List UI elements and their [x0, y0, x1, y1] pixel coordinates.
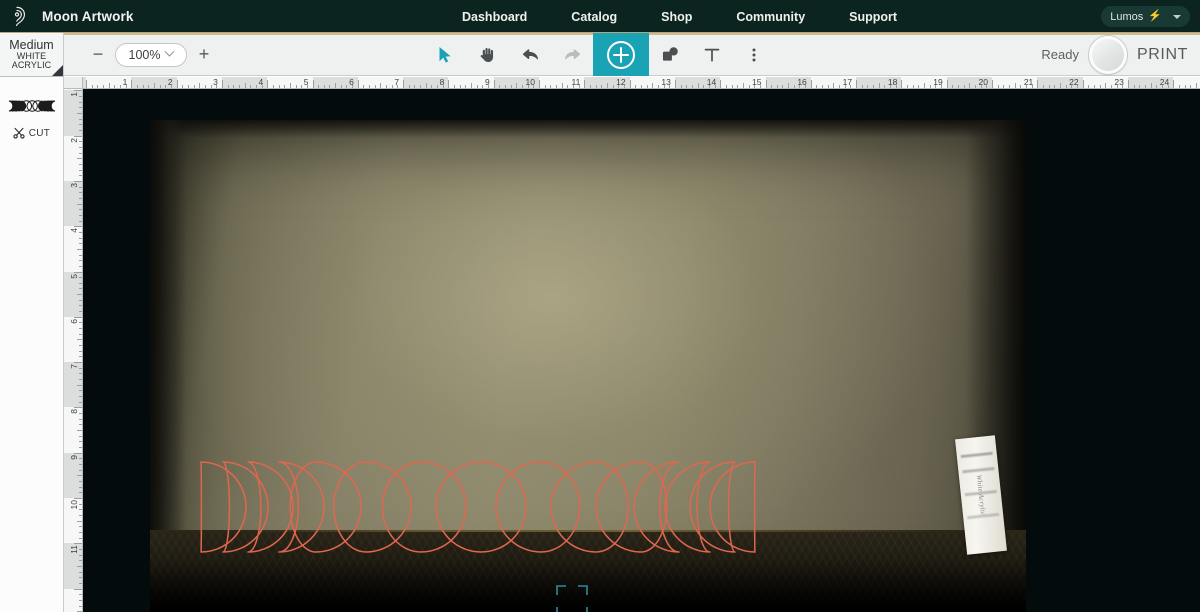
print-knob-button[interactable] [1089, 35, 1127, 74]
moon-phase-11[interactable] [595, 461, 668, 553]
moon-phase-row-thumbnail [6, 97, 58, 115]
material-thickness: Medium [9, 37, 54, 52]
moon-phase-1[interactable] [200, 461, 247, 553]
hand-icon [480, 47, 494, 62]
selection-brackets [556, 585, 588, 612]
text-tool-button[interactable] [691, 33, 733, 76]
account-menu-button[interactable]: Lumos ⚡ [1101, 6, 1190, 27]
nav-item-support[interactable]: Support [827, 10, 919, 24]
selection-corner[interactable] [556, 585, 566, 595]
moon-phase-8[interactable] [435, 461, 527, 553]
undo-button[interactable] [509, 33, 551, 76]
tool-buttons [0, 33, 1200, 76]
brand-logo-icon[interactable] [6, 5, 28, 27]
selection-corner[interactable] [578, 607, 588, 612]
material-selector[interactable]: Medium WHITE ACRYLIC [0, 33, 64, 77]
print-controls: Ready PRINT [1041, 33, 1192, 76]
moon-phase-4[interactable] [278, 461, 325, 553]
moon-phase-15[interactable] [709, 461, 756, 553]
account-name: Lumos [1110, 10, 1144, 23]
layer-item-moon-phases[interactable]: CUT [0, 93, 63, 143]
status-label: Ready [1041, 47, 1079, 62]
nav-item-shop[interactable]: Shop [639, 10, 714, 24]
document-title: Moon Artwork [42, 8, 134, 24]
select-tool-button[interactable] [425, 33, 467, 76]
app-root: Moon Artwork Dashboard Catalog Shop Comm… [0, 0, 1200, 612]
corner-resize-icon[interactable] [52, 65, 63, 76]
plus-circle-icon [607, 40, 635, 69]
top-navigation-bar: Moon Artwork Dashboard Catalog Shop Comm… [0, 0, 1200, 33]
material-name-line2: ACRYLIC [11, 60, 52, 70]
redo-button[interactable] [551, 33, 593, 76]
nav-item-community[interactable]: Community [714, 10, 827, 24]
nav-item-dashboard[interactable]: Dashboard [440, 10, 549, 24]
redo-arrow-icon [564, 48, 580, 59]
cursor-arrow-icon [439, 46, 451, 63]
shapes-button[interactable] [649, 33, 691, 76]
print-label[interactable]: PRINT [1137, 46, 1188, 64]
moon-phase-6[interactable] [333, 461, 412, 553]
vertical-ruler[interactable]: 1 2 3 4 5 6 7 8 9 10 11 [64, 89, 83, 612]
layer-operation-label: CUT [28, 127, 51, 139]
layer-operation[interactable]: CUT [13, 127, 50, 139]
moon-phase-7[interactable] [381, 461, 467, 553]
add-artwork-button[interactable] [593, 33, 649, 76]
pan-tool-button[interactable] [467, 33, 509, 76]
moon-phase-12[interactable] [633, 461, 680, 553]
kebab-menu-icon [752, 48, 756, 61]
moon-phase-5[interactable] [289, 461, 362, 553]
horizontal-ruler[interactable]: -112345678910111213141516171819202122232… [64, 77, 1200, 89]
moon-phase-9[interactable] [495, 461, 581, 553]
moon-phase-sequence[interactable] [83, 89, 1200, 612]
selection-corner[interactable] [556, 607, 566, 612]
ruler-corner [64, 77, 83, 89]
shapes-icon [662, 47, 678, 61]
toolbar: − 100% + Ready PRINT [0, 33, 1200, 76]
selection-corner[interactable] [578, 585, 588, 595]
text-T-icon [704, 48, 720, 62]
layer-rail: CUT [0, 77, 64, 612]
more-options-button[interactable] [733, 33, 775, 76]
nav-links: Dashboard Catalog Shop Community Support [440, 0, 919, 33]
design-canvas[interactable]: White Acrylic [83, 89, 1200, 612]
nav-item-catalog[interactable]: Catalog [549, 10, 639, 24]
moon-phase-10[interactable] [550, 461, 629, 553]
undo-arrow-icon [522, 48, 538, 59]
chevron-down-icon [1173, 14, 1181, 19]
lightning-bolt-icon: ⚡ [1148, 10, 1162, 22]
scissors-icon [13, 127, 25, 139]
